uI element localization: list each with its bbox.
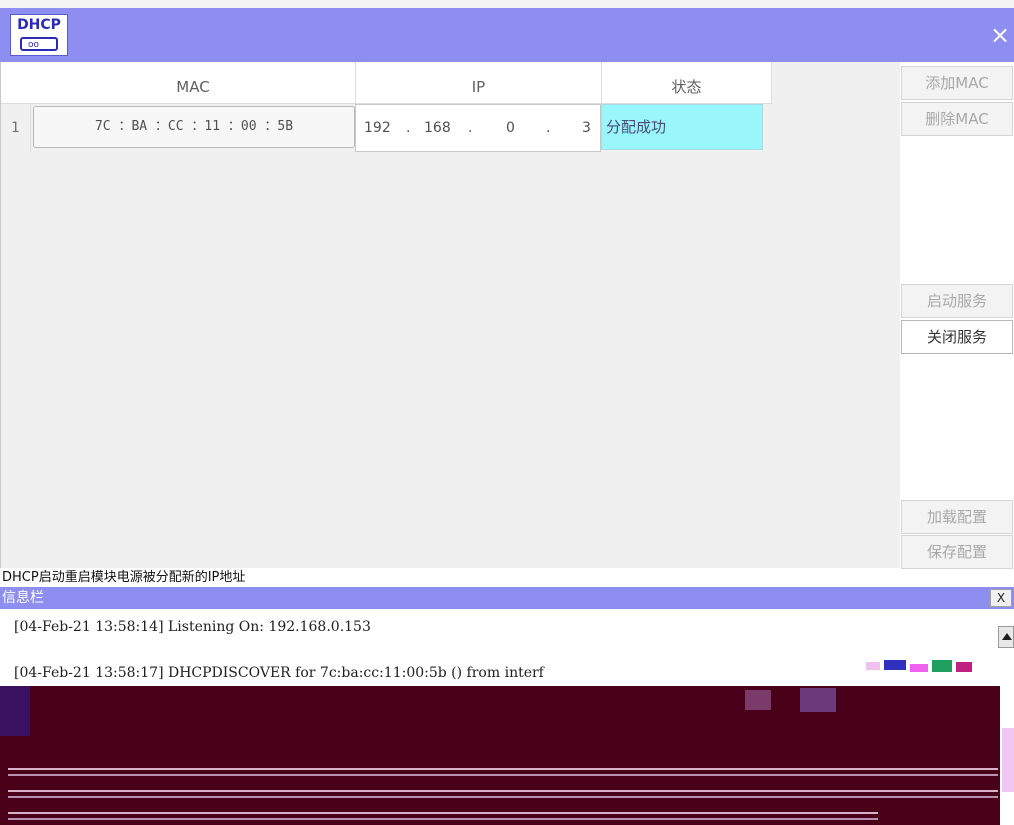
save-config-button[interactable]: 保存配置 [901,535,1013,569]
info-bar-close-button[interactable]: X [990,589,1012,607]
logo-device-icon: oo [20,37,58,51]
load-config-button[interactable]: 加载配置 [901,500,1013,534]
close-icon[interactable]: × [986,21,1014,49]
header-ip[interactable]: IP [356,62,602,104]
ip-dot: . [406,120,411,136]
header-status[interactable]: 状态 [602,62,772,104]
status-cell[interactable]: 分配成功 [601,104,763,150]
ip-octet-2: 168 [424,120,451,136]
start-service-button[interactable]: 启动服务 [901,284,1013,318]
ip-octet-3: 0 [506,120,515,136]
status-message: DHCP启动重启模块电源被分配新的IP地址 [0,569,900,587]
table-row[interactable]: 1 7C ：BA ：CC ：11 ：00 ：5B 192 . 168 . 0 .… [1,104,771,152]
log-scroll-thumb[interactable] [1002,728,1014,792]
ip-dot: . [468,120,473,136]
logo-text: DHCP [17,17,61,33]
table-header: MAC IP 状态 [1,62,772,104]
title-bar: DHCP oo × [0,8,1014,62]
log-line: [04-Feb-21 13:58:17] DHCPDISCOVER for 7c… [14,665,544,681]
header-mac[interactable]: MAC [31,62,356,104]
add-mac-button[interactable]: 添加MAC [901,66,1013,100]
top-strip [0,0,1014,8]
mac-table-panel: MAC IP 状态 1 7C ：BA ：CC ：11 ：00 ：5B 192 .… [0,62,900,568]
scroll-up-icon[interactable] [998,626,1014,648]
info-bar-title: 信息栏 [2,590,44,606]
logo-sub: oo [28,40,40,50]
stop-service-button[interactable]: 关闭服务 [901,320,1013,354]
ip-octet-4: 3 [582,120,591,136]
delete-mac-button[interactable]: 删除MAC [901,102,1013,136]
ip-dot: . [546,120,551,136]
mac-field[interactable]: 7C ：BA ：CC ：11 ：00 ：5B [33,106,355,148]
row-index: 1 [1,104,31,152]
glitch-artifact [866,656,976,686]
log-line: [04-Feb-21 13:58:14] Listening On: 192.1… [14,619,371,635]
dhcp-logo-icon: DHCP oo [10,14,68,56]
info-bar: 信息栏 X [0,587,1014,609]
corrupted-region [0,686,1000,825]
ip-octet-1: 192 [364,120,391,136]
ip-field[interactable]: 192 . 168 . 0 . 3 [355,104,601,152]
glitch-edge [0,686,30,736]
